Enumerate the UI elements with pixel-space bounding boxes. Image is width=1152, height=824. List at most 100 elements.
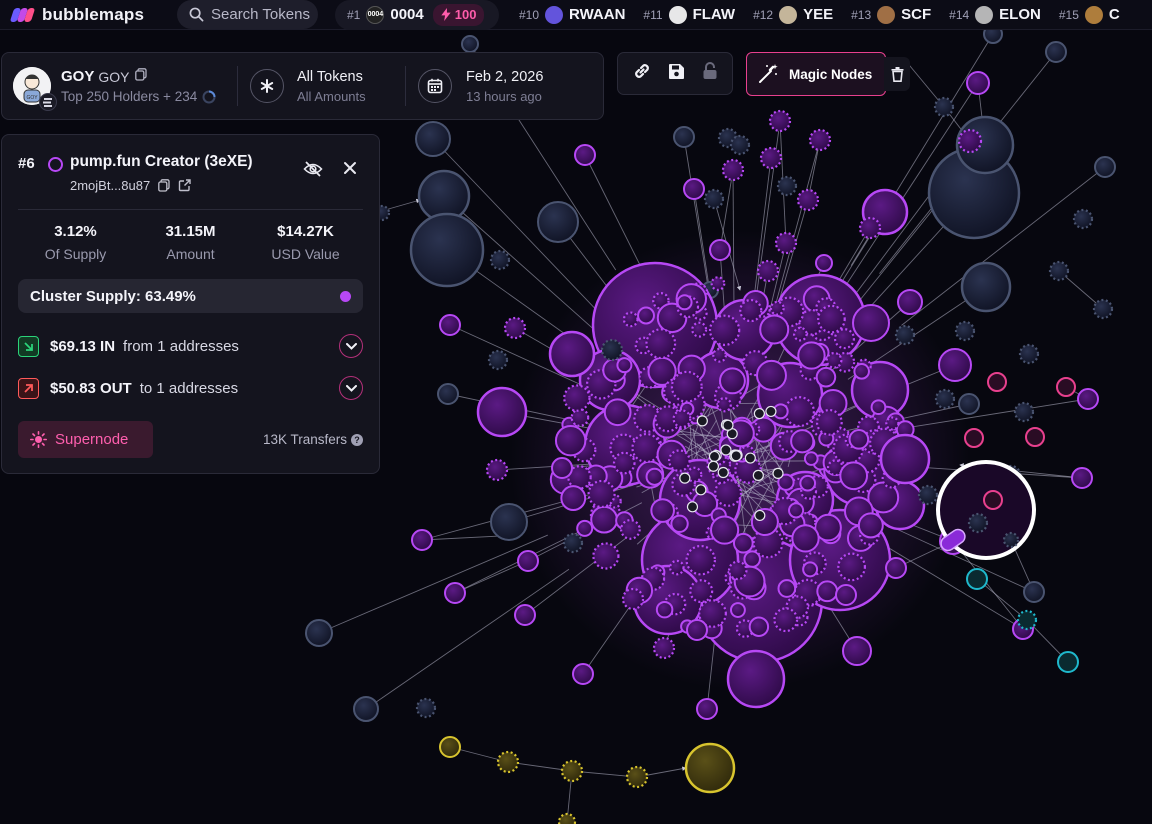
holder-bubble[interactable] bbox=[748, 616, 770, 637]
holder-bubble[interactable] bbox=[954, 320, 976, 342]
holder-bubble[interactable] bbox=[964, 428, 984, 448]
holder-bubble[interactable] bbox=[1025, 427, 1045, 447]
holder-bubble[interactable] bbox=[716, 397, 732, 413]
holder-bubble[interactable] bbox=[548, 330, 596, 378]
holder-bubble[interactable] bbox=[853, 363, 870, 380]
holder-bubble[interactable] bbox=[1092, 298, 1114, 320]
holder-bubble[interactable] bbox=[768, 109, 792, 133]
holder-bubble[interactable] bbox=[966, 568, 988, 590]
holder-bubble[interactable] bbox=[514, 604, 536, 626]
holder-bubble[interactable] bbox=[600, 338, 624, 362]
holder-bubble[interactable] bbox=[353, 696, 379, 722]
holder-bubble[interactable] bbox=[409, 212, 485, 288]
holder-bubble[interactable] bbox=[572, 663, 594, 685]
holder-bubble[interactable] bbox=[496, 750, 520, 774]
featured-token[interactable]: #1 0004 0004 100 bbox=[335, 0, 499, 30]
holder-bubble[interactable] bbox=[691, 321, 708, 338]
holder-bubble[interactable] bbox=[411, 529, 433, 551]
holder-bubble[interactable] bbox=[517, 550, 539, 572]
holder-bubble[interactable] bbox=[625, 765, 649, 789]
holder-bubble[interactable] bbox=[833, 328, 856, 350]
holder-bubble[interactable] bbox=[708, 314, 741, 346]
contract-node[interactable] bbox=[720, 444, 732, 456]
contract-node[interactable] bbox=[707, 460, 720, 472]
contract-node[interactable] bbox=[730, 450, 742, 462]
holder-bubble[interactable] bbox=[537, 201, 579, 243]
holder-bubble[interactable] bbox=[957, 128, 983, 154]
contract-node[interactable] bbox=[679, 472, 691, 484]
holder-bubble[interactable] bbox=[1002, 531, 1020, 549]
holder-bubble[interactable] bbox=[803, 451, 819, 466]
holder-bubble[interactable] bbox=[885, 557, 907, 579]
holder-bubble[interactable] bbox=[879, 433, 931, 485]
contract-node[interactable] bbox=[753, 407, 765, 420]
holder-bubble[interactable] bbox=[670, 514, 689, 533]
holder-bubble[interactable] bbox=[437, 383, 459, 405]
holder-bubble[interactable] bbox=[816, 580, 839, 603]
holder-bubble[interactable] bbox=[897, 289, 923, 315]
holder-bubble[interactable] bbox=[870, 399, 887, 416]
holder-bubble[interactable] bbox=[622, 311, 639, 328]
holder-bubble[interactable] bbox=[1057, 651, 1079, 673]
contract-node[interactable] bbox=[765, 405, 777, 418]
holder-bubble[interactable] bbox=[796, 188, 820, 212]
lock-icon[interactable] bbox=[702, 62, 718, 85]
holder-bubble[interactable] bbox=[1094, 156, 1116, 178]
hide-eye-icon[interactable] bbox=[303, 161, 323, 182]
holder-bubble[interactable] bbox=[676, 294, 693, 311]
holder-bubble[interactable] bbox=[485, 458, 509, 482]
holder-bubble[interactable] bbox=[684, 742, 736, 794]
holder-bubble[interactable] bbox=[967, 512, 989, 534]
holder-bubble[interactable] bbox=[655, 600, 674, 619]
app-logo[interactable]: bubblemaps bbox=[9, 5, 162, 25]
holder-bubble[interactable] bbox=[894, 324, 916, 346]
holder-bubble[interactable] bbox=[776, 175, 798, 197]
holder-bubble[interactable] bbox=[576, 519, 594, 537]
holder-bubble[interactable] bbox=[727, 560, 748, 581]
holder-bubble[interactable] bbox=[560, 485, 587, 512]
trending-token[interactable]: #11 FLAW bbox=[643, 5, 735, 24]
holder-bubble[interactable] bbox=[703, 188, 725, 210]
holder-bubble[interactable] bbox=[637, 306, 655, 325]
contract-node[interactable] bbox=[686, 501, 699, 513]
holder-bubble[interactable] bbox=[570, 408, 590, 427]
holder-bubble[interactable] bbox=[983, 490, 1003, 510]
holder-bubble[interactable] bbox=[848, 429, 870, 450]
chevron-down-icon[interactable] bbox=[339, 334, 363, 358]
holder-bubble[interactable] bbox=[489, 249, 511, 271]
holder-bubble[interactable] bbox=[858, 216, 882, 240]
holder-bubble[interactable] bbox=[839, 461, 869, 491]
holder-bubble[interactable] bbox=[1013, 401, 1035, 423]
holder-bubble[interactable] bbox=[554, 424, 587, 457]
close-icon[interactable] bbox=[343, 161, 357, 180]
holder-bubble[interactable] bbox=[966, 71, 990, 95]
save-icon[interactable] bbox=[668, 63, 685, 85]
holder-bubble[interactable] bbox=[1045, 41, 1067, 63]
holder-bubble[interactable] bbox=[788, 502, 805, 519]
holder-bubble[interactable] bbox=[934, 388, 956, 410]
holder-bubble[interactable] bbox=[619, 519, 641, 540]
holder-bubble[interactable] bbox=[1048, 260, 1070, 282]
holder-bubble[interactable] bbox=[756, 259, 780, 283]
holder-bubble[interactable] bbox=[774, 231, 798, 255]
link-icon[interactable] bbox=[632, 61, 652, 86]
holder-bubble[interactable] bbox=[490, 503, 528, 541]
supernode-button[interactable]: Supernode bbox=[18, 421, 153, 458]
holder-bubble[interactable] bbox=[1023, 581, 1045, 603]
holder-bubble[interactable] bbox=[835, 584, 857, 606]
holder-bubble[interactable] bbox=[726, 649, 786, 709]
contract-node[interactable] bbox=[695, 484, 707, 496]
holder-bubble[interactable] bbox=[769, 300, 785, 316]
holder-bubble[interactable] bbox=[729, 134, 751, 156]
holder-bubble[interactable] bbox=[587, 479, 616, 509]
holder-bubble[interactable] bbox=[631, 432, 662, 464]
holder-bubble[interactable] bbox=[958, 393, 980, 415]
holder-bubble[interactable] bbox=[712, 347, 727, 363]
magic-nodes-button[interactable]: Magic Nodes bbox=[746, 52, 886, 96]
contract-node[interactable] bbox=[744, 452, 756, 464]
holder-bubble[interactable] bbox=[1071, 467, 1093, 489]
holder-bubble[interactable] bbox=[799, 474, 817, 492]
holder-bubble[interactable] bbox=[683, 178, 705, 200]
copy-icon[interactable] bbox=[158, 179, 170, 192]
holder-bubble[interactable] bbox=[562, 532, 584, 554]
